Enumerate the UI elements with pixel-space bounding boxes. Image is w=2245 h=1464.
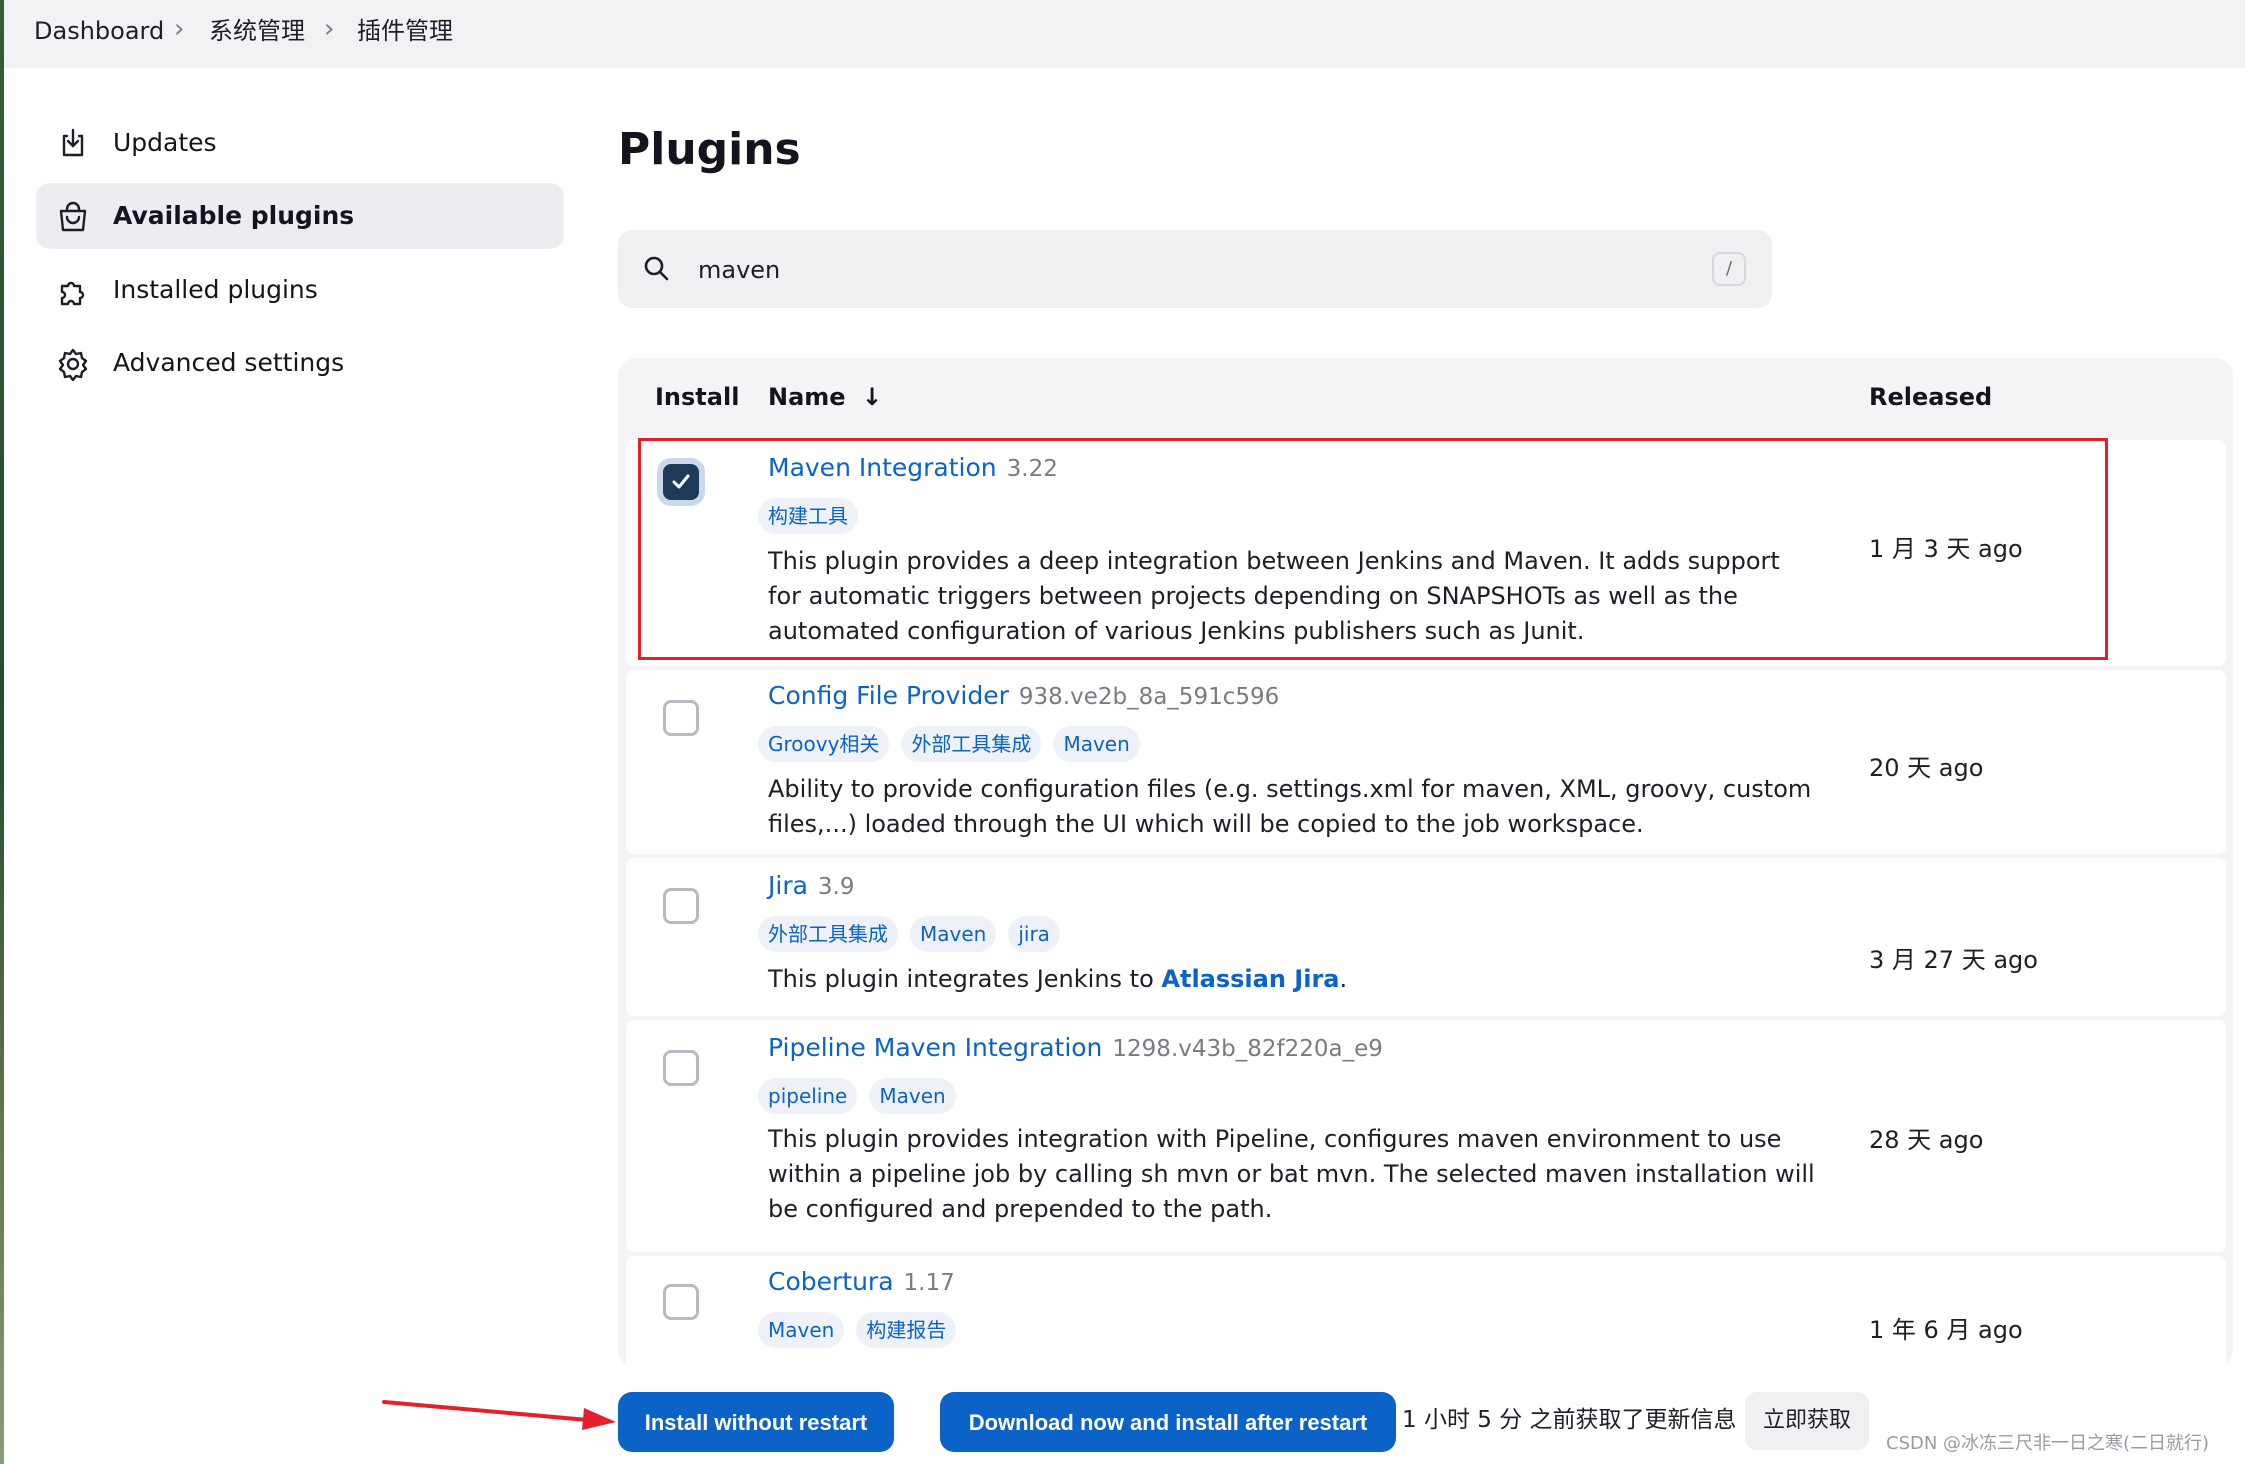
plugin-tags: Groovy相关 外部工具集成 Maven <box>758 726 1140 762</box>
plugin-tag[interactable]: Maven <box>1053 726 1140 762</box>
page-title: Plugins <box>618 124 801 175</box>
atlassian-jira-link[interactable]: Atlassian Jira <box>1161 965 1339 993</box>
table-row: Jira 3.9 外部工具集成 Maven jira This plugin in… <box>626 858 2226 1016</box>
released-date: 3 月 27 天 ago <box>1869 946 2038 974</box>
chevron-right-icon: › <box>174 14 185 44</box>
plugin-description: This plugin provides integration with Pi… <box>768 1125 1815 1223</box>
plugin-tags: pipeline Maven <box>758 1078 956 1114</box>
plugin-tag[interactable]: Maven <box>910 916 997 952</box>
sort-arrow-icon: ↓ <box>861 383 883 411</box>
annotation-highlight-box <box>638 438 2108 660</box>
breadcrumb: Dashboard › 系统管理 › 插件管理 <box>4 0 2245 68</box>
plugin-tag[interactable]: 外部工具集成 <box>758 916 898 952</box>
search-box[interactable]: / <box>618 230 1772 308</box>
install-checkbox[interactable] <box>663 700 699 736</box>
sidebar-item-installed-plugins[interactable]: Installed plugins <box>36 257 564 323</box>
sidebar-item-label: Available plugins <box>113 201 355 230</box>
plugin-tag[interactable]: 外部工具集成 <box>901 726 1042 762</box>
plugin-name: Cobertura <box>768 1267 894 1296</box>
plugin-description: This plugin integrates Jenkins to Atlass… <box>768 962 1818 997</box>
breadcrumb-plugin-management[interactable]: 插件管理 <box>357 16 453 46</box>
plugin-name-link[interactable]: Pipeline Maven Integration 1298.v43b_82f2… <box>768 1032 1383 1065</box>
plugin-tag[interactable]: Maven <box>758 1312 845 1348</box>
install-checkbox[interactable] <box>663 1284 699 1320</box>
released-date: 1 年 6 月 ago <box>1869 1316 2023 1344</box>
plugin-version: 938.ve2b_8a_591c596 <box>1018 684 1280 710</box>
released-date: 20 天 ago <box>1869 754 1984 782</box>
plugin-tag[interactable]: 构建报告 <box>856 1312 957 1348</box>
puzzle-icon <box>60 281 85 306</box>
install-without-restart-button[interactable]: Install without restart <box>618 1392 894 1452</box>
install-checkbox[interactable] <box>663 888 699 924</box>
plugin-tag[interactable]: Groovy相关 <box>758 726 890 762</box>
description-text: . <box>1339 965 1348 993</box>
description-text: This plugin integrates Jenkins to <box>768 965 1162 993</box>
keyboard-shortcut-hint: / <box>1712 252 1746 286</box>
jenkins-plugin-manager: Dashboard › 系统管理 › 插件管理 Updates Availabl… <box>0 0 2245 1464</box>
plugin-tag[interactable]: jira <box>1008 916 1060 952</box>
table-row: Pipeline Maven Integration 1298.v43b_82f2… <box>626 1020 2226 1252</box>
annotation-arrow-icon <box>382 1400 616 1430</box>
install-checkbox[interactable] <box>663 1050 699 1086</box>
shopping-bag-icon <box>59 201 87 232</box>
sidebar-item-label: Installed plugins <box>113 275 318 304</box>
sidebar-item-label: Advanced settings <box>113 348 345 377</box>
watermark-text: CSDN @冰冻三尺非一日之寒(二日就行) <box>1886 1433 2210 1454</box>
plugin-name-link[interactable]: Jira 3.9 <box>768 870 855 903</box>
column-header-install: Install <box>655 383 740 411</box>
sidebar-item-advanced-settings[interactable]: Advanced settings <box>36 330 564 396</box>
check-now-button[interactable]: 立即获取 <box>1745 1392 1869 1450</box>
breadcrumb-dashboard[interactable]: Dashboard <box>34 16 164 46</box>
column-header-name[interactable]: Name ↓ <box>768 382 882 412</box>
plugin-name: Jira <box>768 871 808 900</box>
table-row: Config File Provider 938.ve2b_8a_591c596 … <box>626 670 2226 854</box>
table-row: Cobertura 1.17 Maven 构建报告 1 年 6 月 ago <box>626 1256 2226 1368</box>
plugin-tags: Maven 构建报告 <box>758 1312 957 1348</box>
sidebar-item-label: Updates <box>113 128 217 157</box>
gear-icon <box>58 348 88 381</box>
plugin-tags: 外部工具集成 Maven jira <box>758 916 1060 952</box>
plugin-name-link[interactable]: Config File Provider 938.ve2b_8a_591c596 <box>768 680 1279 713</box>
plugin-name: Pipeline Maven Integration <box>768 1033 1103 1062</box>
plugin-version: 3.9 <box>817 874 855 900</box>
plugin-tag[interactable]: pipeline <box>758 1078 858 1114</box>
window-edge <box>0 0 4 1464</box>
chevron-right-icon: › <box>324 14 335 44</box>
column-header-released: Released <box>1869 383 1993 411</box>
released-date: 28 天 ago <box>1869 1126 1984 1154</box>
plugin-tag[interactable]: Maven <box>869 1078 956 1114</box>
plugin-version: 1.17 <box>903 1270 955 1296</box>
breadcrumb-system-management[interactable]: 系统管理 <box>209 16 305 46</box>
column-header-name-label: Name <box>768 383 846 411</box>
plugin-name: Config File Provider <box>768 681 1009 710</box>
search-input[interactable] <box>696 246 1700 294</box>
plugin-description: Ability to provide configuration files (… <box>768 775 1812 838</box>
plugin-name-link[interactable]: Cobertura 1.17 <box>768 1266 955 1299</box>
download-icon <box>62 128 84 157</box>
download-install-after-restart-button[interactable]: Download now and install after restart <box>940 1392 1396 1452</box>
sidebar-item-updates[interactable]: Updates <box>36 110 564 176</box>
sidebar-item-available-plugins[interactable]: Available plugins <box>36 183 564 249</box>
search-icon <box>644 256 669 281</box>
plugin-version: 1298.v43b_82f220a_e9 <box>1112 1036 1383 1062</box>
update-status-text: 1 小时 5 分 之前获取了更新信息 <box>1402 1407 1737 1433</box>
